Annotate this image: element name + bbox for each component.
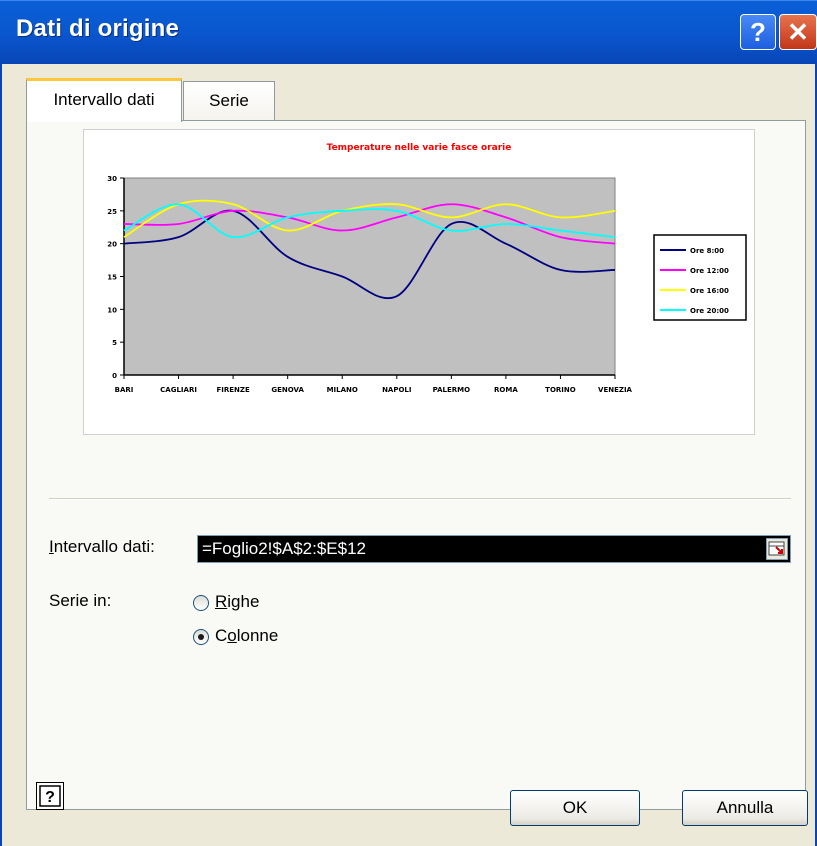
y-tick-label: 15 xyxy=(107,274,117,282)
tab-label: Serie xyxy=(209,91,249,110)
y-tick-label: 30 xyxy=(107,175,117,183)
collapse-dialog-button[interactable] xyxy=(766,538,788,560)
chart-preview: Temperature nelle varie fasce orarie 0 5 10… xyxy=(83,129,755,435)
window-title: Dati di origine xyxy=(16,15,180,42)
x-tick-label: TORINO xyxy=(545,386,576,394)
range-value: =Foglio2!$A$2:$E$12 xyxy=(202,539,366,558)
accel-letter: R xyxy=(215,592,228,611)
tab-intervallo-dati[interactable]: Intervallo dati xyxy=(26,78,182,122)
divider xyxy=(49,498,791,500)
label-rest: ighe xyxy=(227,592,260,611)
plot-area xyxy=(123,177,616,376)
legend-label: Ore 16:00 xyxy=(690,287,729,295)
x-tick-label: GENOVA xyxy=(271,386,304,394)
tab-panel: Temperature nelle varie fasce orarie 0 5 10… xyxy=(26,120,806,810)
tab-serie[interactable]: Serie xyxy=(183,81,275,121)
dialog-body: Intervallo dati Serie Temperature nelle … xyxy=(0,64,817,846)
close-icon: ✕ xyxy=(787,17,809,47)
x-tick-label: BARI xyxy=(115,386,134,394)
help-button[interactable]: ? xyxy=(36,782,64,810)
x-tick-label: ROMA xyxy=(494,386,518,394)
radio-label-righe[interactable]: Righe xyxy=(215,592,259,612)
accel-letter: o xyxy=(227,626,237,645)
x-tick-label: FIRENZE xyxy=(216,386,249,394)
chart-svg: Temperature nelle varie fasce orarie 0 5 10… xyxy=(107,143,747,394)
tab-label: Intervallo dati xyxy=(53,90,155,109)
legend-label: Ore 12:00 xyxy=(690,267,729,275)
chart-title: Temperature nelle varie fasce orarie xyxy=(327,143,512,153)
ok-button[interactable]: OK xyxy=(510,790,640,826)
y-tick-label: 0 xyxy=(112,372,117,380)
help-icon: ? xyxy=(39,785,61,807)
close-button[interactable]: ✕ xyxy=(779,14,817,50)
y-tick-label: 5 xyxy=(112,339,117,347)
x-tick-label: PALERMO xyxy=(433,386,471,394)
x-tick-label: VENEZIA xyxy=(598,386,633,394)
radio-label-colonne[interactable]: Colonne xyxy=(215,626,278,646)
legend-label: Ore 8:00 xyxy=(690,247,724,255)
label-prefix: C xyxy=(215,626,228,645)
series-in-label: Serie in: xyxy=(49,591,112,610)
label-rest: lonne xyxy=(236,626,279,645)
question-icon: ? xyxy=(750,17,766,47)
legend-label: Ore 20:00 xyxy=(690,307,729,315)
radio-button[interactable] xyxy=(193,629,209,645)
range-label: Intervallo dati: xyxy=(49,537,155,557)
title-bar: Dati di origine ? ✕ xyxy=(0,0,817,64)
range-input[interactable]: =Foglio2!$A$2:$E$12 xyxy=(197,535,791,563)
y-tick-label: 25 xyxy=(107,208,117,216)
range-label-rest: ntervallo dati: xyxy=(53,537,155,556)
help-title-button[interactable]: ? xyxy=(740,14,776,50)
x-tick-label: MILANO xyxy=(327,386,358,394)
radio-button[interactable] xyxy=(193,595,209,611)
range-select-icon xyxy=(768,541,785,556)
y-tick-label: 20 xyxy=(107,241,117,249)
y-tick-label: 10 xyxy=(107,306,117,314)
radio-selected-dot xyxy=(198,634,204,640)
x-tick-label: CAGLIARI xyxy=(160,386,197,394)
x-tick-label: NAPOLI xyxy=(382,386,411,394)
svg-text:?: ? xyxy=(45,789,55,806)
cancel-button[interactable]: Annulla xyxy=(682,790,808,826)
